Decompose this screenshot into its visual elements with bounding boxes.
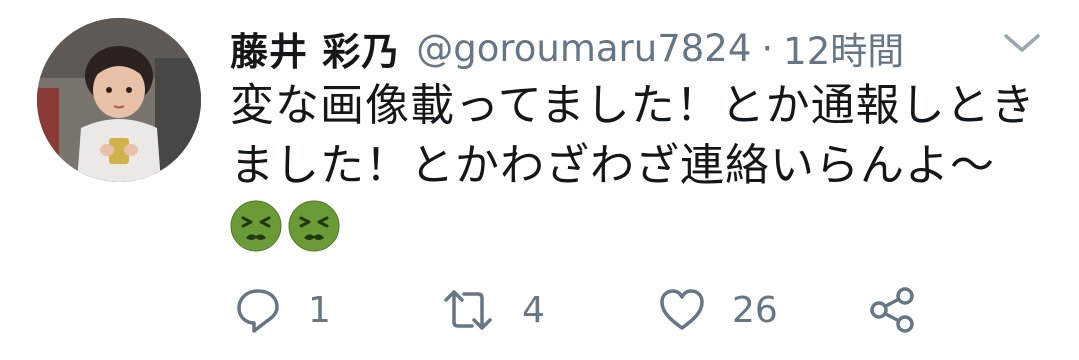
tweet-text: 変な画像載ってました！とか通報しときました！とかわざわざ連絡いらんよ〜 <box>230 80 1036 191</box>
reply-button[interactable]: 1 <box>234 280 331 340</box>
like-button[interactable]: 26 <box>658 280 778 340</box>
reply-count: 1 <box>308 289 331 331</box>
timestamp[interactable]: 12時間 <box>783 21 904 75</box>
avatar-photo <box>37 18 201 182</box>
nauseated-face-icon <box>288 200 340 252</box>
tweet-header: 藤井 彩乃 @goroumaru7824 · 12時間 <box>230 18 904 78</box>
emoji-row <box>230 200 340 252</box>
tweet: 藤井 彩乃 @goroumaru7824 · 12時間 変な画像載ってました！と… <box>0 0 1079 360</box>
reply-icon <box>237 289 279 333</box>
share-button[interactable] <box>868 280 916 340</box>
retweet-icon <box>444 290 492 330</box>
retweet-count: 4 <box>522 289 545 331</box>
separator-dot: · <box>761 26 774 70</box>
heart-icon <box>660 289 704 330</box>
nauseated-face-icon <box>230 200 282 252</box>
user-handle[interactable]: @goroumaru7824 <box>416 27 751 70</box>
like-count: 26 <box>732 289 778 331</box>
chevron-down-icon[interactable] <box>1000 28 1044 58</box>
avatar[interactable] <box>37 18 201 182</box>
retweet-button[interactable]: 4 <box>440 280 545 340</box>
action-bar: 1 4 26 <box>230 280 1050 340</box>
display-name[interactable]: 藤井 彩乃 <box>230 21 400 76</box>
share-icon <box>870 287 914 333</box>
